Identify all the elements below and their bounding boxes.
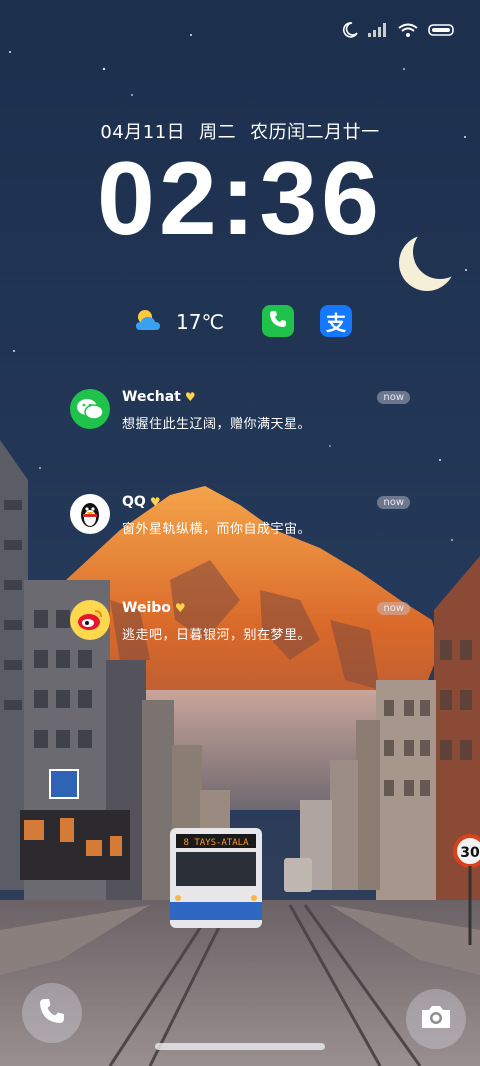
notification-wechat[interactable]: Wechat ♥ 想握住此生辽阔，赠你满天星。 now [70, 389, 410, 439]
svg-text:8 TAYS-ATALA: 8 TAYS-ATALA [183, 838, 249, 848]
phone-icon [268, 309, 288, 333]
phone-shortcut-button[interactable] [22, 983, 82, 1043]
camera-shortcut-button[interactable] [406, 989, 466, 1049]
battery-icon [428, 23, 456, 37]
alipay-app-button[interactable]: 支 [320, 305, 352, 337]
notification-message: 窗外星轨纵横，而你自成宇宙。 [122, 522, 312, 537]
moon-icon [342, 22, 358, 38]
notification-weibo[interactable]: Weibo ♥ 逃走吧，日暮银河，别在梦里。 now [70, 600, 410, 650]
signal-icon [368, 23, 388, 37]
notification-app-name: Wechat [122, 389, 181, 405]
wifi-icon [398, 23, 418, 37]
notification-app-name: Weibo [122, 600, 171, 616]
phone-app-button[interactable] [262, 305, 294, 337]
notification-app-name: QQ [122, 494, 146, 510]
widget-row: 17℃ 支 [0, 304, 480, 340]
weibo-icon [70, 600, 110, 640]
phone-icon [37, 996, 67, 1030]
wechat-icon [70, 389, 110, 429]
notification-message: 想握住此生辽阔，赠你满天星。 [122, 417, 312, 432]
heart-icon: ♥ [174, 601, 186, 615]
heart-icon: ♥ [184, 390, 196, 404]
clock: 02:36 [97, 141, 383, 257]
temperature-label[interactable]: 17℃ [176, 310, 224, 334]
qq-penguin-icon [70, 494, 110, 534]
notification-time: now [377, 496, 410, 509]
camera-icon [419, 1003, 453, 1035]
home-indicator[interactable] [155, 1043, 325, 1050]
notification-time: now [377, 602, 410, 615]
notification-message: 逃走吧，日暮银河，别在梦里。 [122, 628, 312, 643]
notification-qq[interactable]: QQ ♥ 窗外星轨纵横，而你自成宇宙。 now [70, 494, 410, 544]
notification-time: now [377, 391, 410, 404]
partly-cloudy-icon[interactable] [134, 308, 164, 338]
heart-icon: ♥ [149, 495, 161, 509]
alipay-icon: 支 [326, 310, 346, 335]
svg-text:30: 30 [460, 845, 480, 861]
status-bar [342, 22, 456, 38]
